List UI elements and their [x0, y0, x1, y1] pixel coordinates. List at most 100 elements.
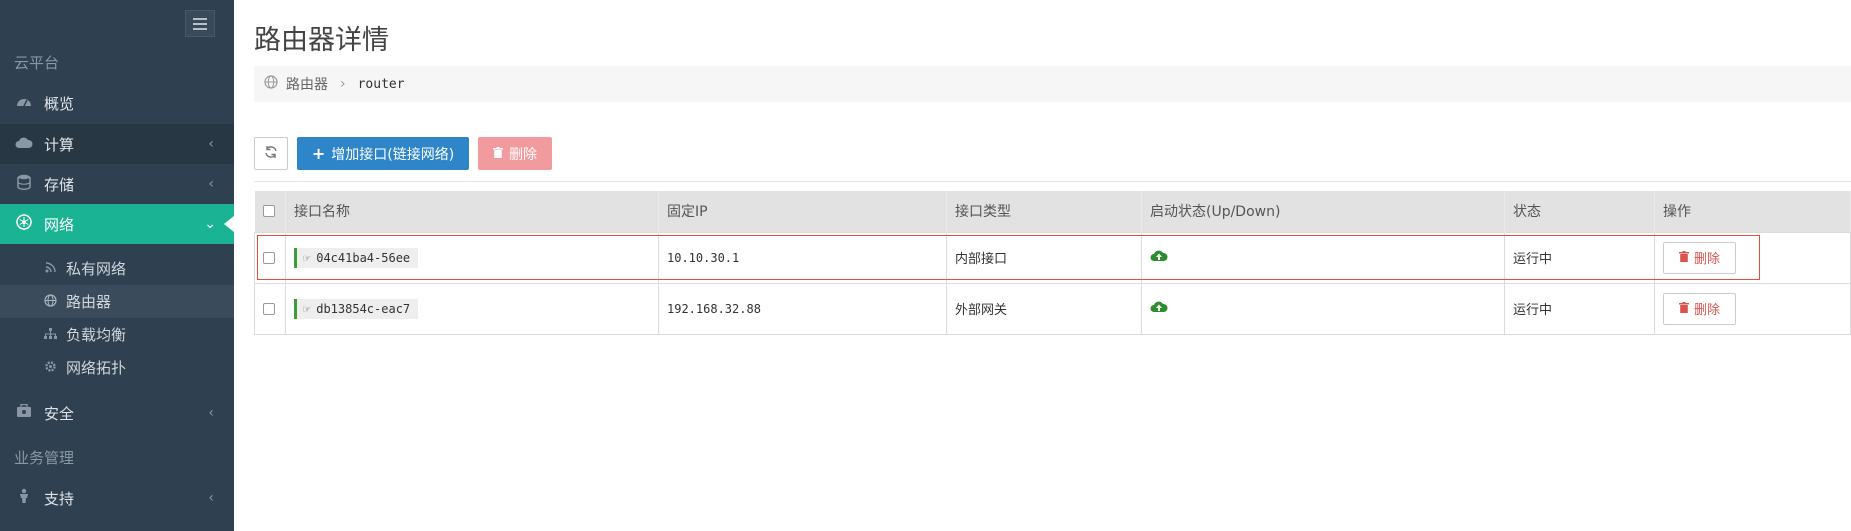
section-label-business: 业务管理	[14, 449, 75, 467]
person-icon	[14, 488, 34, 508]
chevron-down-icon: ⌄	[204, 216, 216, 232]
cloud-upload-icon	[1150, 249, 1168, 266]
table-header-row: 接口名称 固定IP 接口类型 启动状态(Up/Down) 状态 操作	[254, 191, 1851, 232]
interface-name-cell: ☞ 04c41ba4-56ee	[285, 231, 659, 284]
select-all-cell	[254, 191, 286, 232]
globe-icon	[42, 293, 58, 310]
chevron-left-icon: ‹	[208, 490, 214, 506]
hand-pointer-icon: ☞	[303, 250, 311, 265]
column-header-name[interactable]: 接口名称	[285, 191, 659, 232]
sidebar-item-label: 路由器	[66, 293, 112, 311]
sidebar-item-network[interactable]: 网络 ⌄	[0, 204, 234, 244]
status-cell: 运行中	[1504, 282, 1655, 335]
fixed-ip-cell: 192.168.32.88	[658, 282, 947, 335]
network-icon	[14, 214, 34, 234]
actions-cell: 删除	[1654, 282, 1851, 335]
gear-icon	[42, 360, 58, 376]
cloud-icon	[14, 135, 34, 153]
cloud-upload-icon	[1150, 300, 1168, 317]
row-checkbox[interactable]	[263, 251, 275, 264]
delete-label: 删除	[509, 146, 537, 163]
column-header-actions: 操作	[1654, 191, 1851, 232]
row-checkbox[interactable]	[263, 302, 275, 315]
table-row: ☞ db13854c-eac7 192.168.32.88 外部网关 运行中 删…	[254, 282, 1851, 335]
sidebar-item-label: 负载均衡	[66, 326, 127, 344]
sidebar-item-compute[interactable]: 计算 ‹	[0, 124, 234, 164]
breadcrumb-separator-icon: ›	[340, 76, 346, 92]
sidebar-item-router[interactable]: 路由器	[0, 285, 234, 318]
plus-icon: +	[311, 144, 326, 163]
refresh-button[interactable]	[254, 137, 288, 170]
interface-name-cell: ☞ db13854c-eac7	[285, 282, 659, 335]
row-delete-label: 删除	[1693, 303, 1720, 318]
sidebar-item-label: 概览	[44, 94, 75, 113]
refresh-icon	[264, 145, 278, 163]
select-all-checkbox[interactable]	[262, 205, 275, 218]
sidebar-item-security[interactable]: 安全 ‹	[0, 393, 234, 433]
sidebar-item-label: 计算	[44, 135, 75, 154]
chevron-left-icon: ‹	[208, 405, 214, 421]
breadcrumb-root-link[interactable]: 路由器	[286, 74, 328, 94]
actions-cell: 删除	[1654, 231, 1851, 284]
database-icon	[14, 174, 34, 194]
active-indicator	[224, 216, 234, 232]
row-delete-button[interactable]: 删除	[1663, 292, 1736, 325]
interface-name: 04c41ba4-56ee	[316, 250, 411, 265]
hamburger-line	[193, 17, 207, 20]
interface-type-cell: 内部接口	[946, 231, 1142, 284]
sidebar-item-label: 网络拓扑	[66, 359, 127, 377]
add-interface-label: 增加接口(链接网络)	[331, 146, 455, 163]
briefcase-icon	[14, 403, 34, 422]
sidebar-item-network-topology[interactable]: 网络拓扑	[0, 351, 234, 384]
row-delete-button[interactable]: 删除	[1663, 241, 1736, 274]
row-delete-label: 删除	[1693, 252, 1720, 267]
rss-icon	[42, 261, 58, 276]
column-header-fixed-ip[interactable]: 固定IP	[658, 191, 947, 232]
dashboard-icon	[14, 94, 34, 112]
sidebar-item-label: 存储	[44, 175, 75, 194]
hamburger-line	[193, 27, 207, 30]
column-header-admin-state[interactable]: 启动状态(Up/Down)	[1141, 191, 1505, 232]
hamburger-line	[193, 22, 207, 25]
column-header-type[interactable]: 接口类型	[946, 191, 1142, 232]
divider	[254, 181, 1851, 182]
sidebar-item-label: 网络	[44, 215, 75, 234]
fixed-ip-cell: 10.10.30.1	[658, 231, 947, 284]
sidebar-item-label: 私有网络	[66, 260, 127, 278]
interface-name-link[interactable]: ☞ db13854c-eac7	[294, 298, 419, 319]
sidebar-item-storage[interactable]: 存储 ‹	[0, 164, 234, 204]
sidebar-item-private-network[interactable]: 私有网络	[0, 252, 234, 285]
section-label-cloud: 云平台	[14, 54, 60, 72]
add-interface-button[interactable]: + 增加接口(链接网络)	[297, 137, 469, 170]
page-title: 路由器详情	[254, 25, 389, 56]
sidebar-item-label: 支持	[44, 489, 75, 508]
hand-pointer-icon: ☞	[303, 301, 311, 316]
admin-state-cell	[1141, 231, 1505, 284]
table-row: ☞ 04c41ba4-56ee 10.10.30.1 内部接口 运行中 删除	[254, 231, 1851, 284]
trash-icon	[1678, 301, 1689, 316]
interfaces-table: 接口名称 固定IP 接口类型 启动状态(Up/Down) 状态 操作 ☞ 04c…	[254, 191, 1851, 335]
column-header-status[interactable]: 状态	[1504, 191, 1655, 232]
breadcrumb: 路由器 › router	[254, 66, 1851, 102]
globe-icon	[264, 75, 278, 93]
delete-button[interactable]: 删除	[478, 137, 552, 170]
row-select-cell	[254, 231, 286, 284]
status-cell: 运行中	[1504, 231, 1655, 284]
chevron-left-icon: ‹	[208, 136, 214, 152]
sidebar-item-label: 安全	[44, 404, 75, 423]
sidebar-item-overview[interactable]: 概览	[0, 83, 234, 123]
interface-type-cell: 外部网关	[946, 282, 1142, 335]
row-select-cell	[254, 282, 286, 335]
interface-name: db13854c-eac7	[316, 301, 411, 316]
interface-name-link[interactable]: ☞ 04c41ba4-56ee	[294, 247, 419, 268]
sidebar-item-load-balancer[interactable]: 负载均衡	[0, 318, 234, 351]
trash-icon	[1678, 250, 1689, 265]
sidebar-item-support[interactable]: 支持 ‹	[0, 478, 234, 518]
sidebar: 云平台 概览 计算 ‹ 存储 ‹ 网络 ⌄ 私有网络 路由器 负载均衡 网络拓扑…	[0, 0, 234, 531]
trash-icon	[493, 146, 503, 161]
menu-toggle-button[interactable]	[185, 10, 215, 37]
admin-state-cell	[1141, 282, 1505, 335]
sitemap-icon	[42, 327, 58, 342]
chevron-left-icon: ‹	[208, 176, 214, 192]
breadcrumb-current: router	[357, 76, 405, 92]
